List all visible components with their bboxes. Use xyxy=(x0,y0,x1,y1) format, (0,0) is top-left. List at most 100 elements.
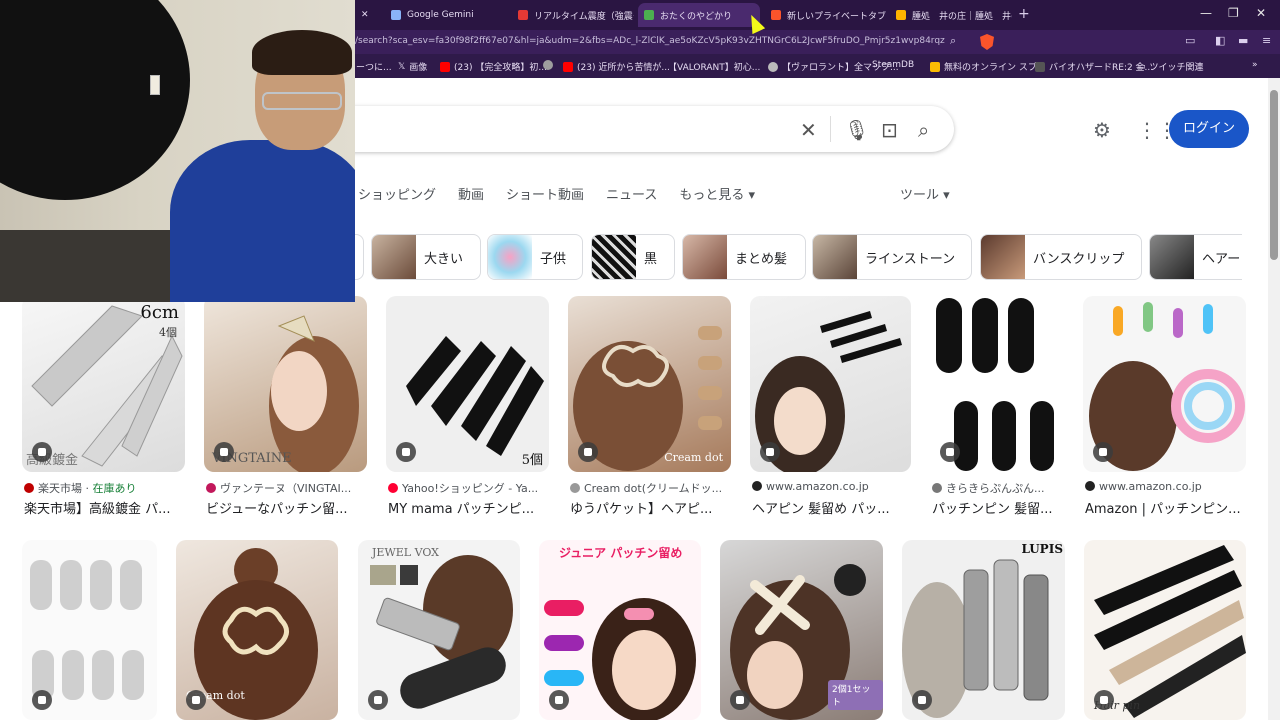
clear-icon[interactable]: ✕ xyxy=(800,118,817,142)
filter-chips: 大きい 子供 黒 まとめ髪 ラインストーン バンスクリップ ヘアー xyxy=(330,234,1242,280)
youtube-icon xyxy=(440,61,450,72)
site-icon xyxy=(570,483,580,493)
chip-hair[interactable]: ヘアー xyxy=(1149,234,1242,280)
result-image[interactable] xyxy=(750,296,911,472)
bookmark-item[interactable]: ーつに... xyxy=(356,60,392,73)
chip-large[interactable]: 大きい xyxy=(371,234,481,280)
close-window-icon[interactable]: ✕ xyxy=(1256,6,1266,20)
result-source: 楽天市場 · 在庫あり xyxy=(24,480,184,496)
tab-private[interactable]: 新しいプライベートタブ xyxy=(765,3,887,27)
product-tag-icon xyxy=(912,690,932,710)
result-image[interactable] xyxy=(1083,296,1246,472)
bookmark-item[interactable]: (23) 【完全攻略】初... xyxy=(440,60,547,73)
brave-icon xyxy=(771,10,781,20)
result-image[interactable]: Hair pin xyxy=(1084,540,1246,720)
result-image[interactable]: 2個1セット xyxy=(720,540,883,720)
menu-icon[interactable]: ≡ xyxy=(1262,34,1271,47)
more-bookmarks-icon[interactable]: » xyxy=(1252,60,1258,70)
result-image[interactable] xyxy=(930,296,1064,472)
bookmark-item[interactable] xyxy=(543,60,553,70)
result-card[interactable]: www.amazon.co.jp ヘアピン 髪留め パッ... xyxy=(750,296,911,520)
bookmark-item[interactable]: 無料のオンライン スプ... xyxy=(930,60,1045,73)
result-source: www.amazon.co.jp xyxy=(1085,480,1245,493)
folder-icon: ▭ xyxy=(1137,61,1146,72)
divider xyxy=(830,116,831,142)
login-button[interactable]: ログイン xyxy=(1169,110,1249,148)
tab-videos[interactable]: 動画 xyxy=(458,184,484,203)
maximize-icon[interactable]: ❐ xyxy=(1228,6,1239,20)
bookmark-item[interactable]: 𝕏 画像 xyxy=(398,60,427,74)
new-tab-icon[interactable]: + xyxy=(1018,6,1030,22)
close-icon[interactable]: ✕ xyxy=(361,10,369,20)
result-source: きらきらぷんぷん... xyxy=(932,480,1092,496)
result-image[interactable]: ジュニア パッチン留め xyxy=(539,540,701,720)
result-card[interactable]: JEWEL VOX xyxy=(358,540,520,720)
tools-button[interactable]: ツール ▾ xyxy=(900,184,950,203)
product-tag-icon xyxy=(186,690,206,710)
tab-inosho[interactable]: 腫処 井の庄｜腫処 井の xyxy=(890,3,1012,27)
sidebar-icon[interactable]: ▭ xyxy=(1185,34,1195,47)
tab-google-gemini[interactable]: Google Gemini xyxy=(385,3,503,27)
result-card[interactable]: Cream dot Cream dot(クリームドッ... ゆうパケット】ヘアピ… xyxy=(568,296,731,520)
bookmark-item[interactable]: バイオハザードRE:2 金... xyxy=(1035,60,1153,73)
gear-icon[interactable]: ⚙ xyxy=(1093,118,1111,142)
tab-news[interactable]: ニュース xyxy=(606,184,657,203)
product-tag-icon xyxy=(940,442,960,462)
tab-shopping[interactable]: ショッピング xyxy=(358,184,436,203)
result-card[interactable] xyxy=(22,540,157,720)
result-image[interactable]: JEWEL VOX xyxy=(358,540,520,720)
extension-icon[interactable]: ▬ xyxy=(1238,34,1248,47)
bookmark-item[interactable]: SteamDB xyxy=(872,60,914,70)
result-title[interactable]: MY mama パッチンピ... xyxy=(388,498,548,517)
url-field[interactable]: /search?sca_esv=fa30f98f2ff67e07&hl=ja&u… xyxy=(355,36,945,46)
result-image[interactable]: Cream dot xyxy=(176,540,338,720)
result-image[interactable]: VINGTAINE xyxy=(204,296,367,472)
result-card[interactable]: VINGTAINE ヴァンテーヌ（VINGTAI... ビジューなパッチン留..… xyxy=(204,296,367,520)
result-image[interactable]: 6cm 4個 高級鍍金 xyxy=(22,296,185,472)
chip-black[interactable]: 黒 xyxy=(591,234,675,280)
result-title[interactable]: パッチンピン 髪留... xyxy=(932,498,1062,517)
zoom-icon[interactable]: ⌕ xyxy=(950,34,956,48)
page-scrollbar[interactable] xyxy=(1268,78,1280,720)
tab-kyoshin-monitor[interactable]: リアルタイム震度（強震モニ xyxy=(512,3,634,27)
bookmark-item[interactable]: (23) 近所から苦情が... xyxy=(563,60,670,73)
tab-close-partial[interactable]: ✕ xyxy=(355,3,377,27)
search-box[interactable]: ✕ 🎙 ⊡ ⌕ xyxy=(320,106,954,152)
bookmark-item[interactable]: 【VALORANT】初心... xyxy=(668,60,760,73)
result-card[interactable]: www.amazon.co.jp Amazon | パッチンピン... xyxy=(1083,296,1246,520)
result-card[interactable]: Cream dot xyxy=(176,540,338,720)
result-card[interactable]: きらきらぷんぷん... パッチンピン 髪留... xyxy=(930,296,1064,520)
minimize-icon[interactable]: — xyxy=(1200,6,1212,20)
result-card[interactable]: 6cm 4個 高級鍍金 楽天市場 · 在庫あり 楽天市場】高級鍍金 パ... xyxy=(22,296,185,520)
result-title[interactable]: ゆうパケット】ヘアピ... xyxy=(570,498,730,517)
heart-icon xyxy=(206,483,216,493)
result-card[interactable]: 2個1セット xyxy=(720,540,883,720)
brave-shield-icon[interactable] xyxy=(980,34,994,50)
result-title[interactable]: ビジューなパッチン留... xyxy=(206,498,366,517)
chip-kids[interactable]: 子供 xyxy=(487,234,583,280)
result-card[interactable]: LUPIS xyxy=(902,540,1065,720)
result-title[interactable]: ヘアピン 髪留め パッ... xyxy=(752,498,912,517)
bookmark-folder[interactable]: ▭ ツイッチ関連 xyxy=(1137,60,1204,74)
result-card[interactable]: Hair pin xyxy=(1084,540,1246,720)
result-image[interactable]: Cream dot xyxy=(568,296,731,472)
search-icon[interactable]: ⌕ xyxy=(918,118,929,142)
result-title[interactable]: Amazon | パッチンピン... xyxy=(1085,498,1245,517)
result-image[interactable]: LUPIS xyxy=(902,540,1065,720)
scrollbar-thumb[interactable] xyxy=(1270,90,1278,260)
result-image[interactable] xyxy=(22,540,157,720)
tab-short-videos[interactable]: ショート動画 xyxy=(506,184,584,203)
result-card[interactable]: ジュニア パッチン留め xyxy=(539,540,701,720)
result-card[interactable]: 5個 Yahoo!ショッピング - Ya... MY mama パッチンピ... xyxy=(386,296,549,520)
split-view-icon[interactable]: ◧ xyxy=(1215,34,1225,47)
result-image[interactable]: 5個 xyxy=(386,296,549,472)
camera-search-icon[interactable]: ⊡ xyxy=(881,118,898,142)
tab-more[interactable]: もっと見る ▾ xyxy=(679,184,755,203)
result-title[interactable]: 楽天市場】高級鍍金 パ... xyxy=(24,498,184,517)
product-tag-icon xyxy=(368,690,388,710)
chip-banana-clip[interactable]: バンスクリップ xyxy=(980,234,1142,280)
chip-rhinestone[interactable]: ラインストーン xyxy=(812,234,972,280)
microphone-icon[interactable]: 🎙 xyxy=(844,118,869,142)
tab-otaku-yadokari[interactable]: おたくのやどかり xyxy=(638,3,760,27)
chip-updo[interactable]: まとめ髪 xyxy=(682,234,806,280)
